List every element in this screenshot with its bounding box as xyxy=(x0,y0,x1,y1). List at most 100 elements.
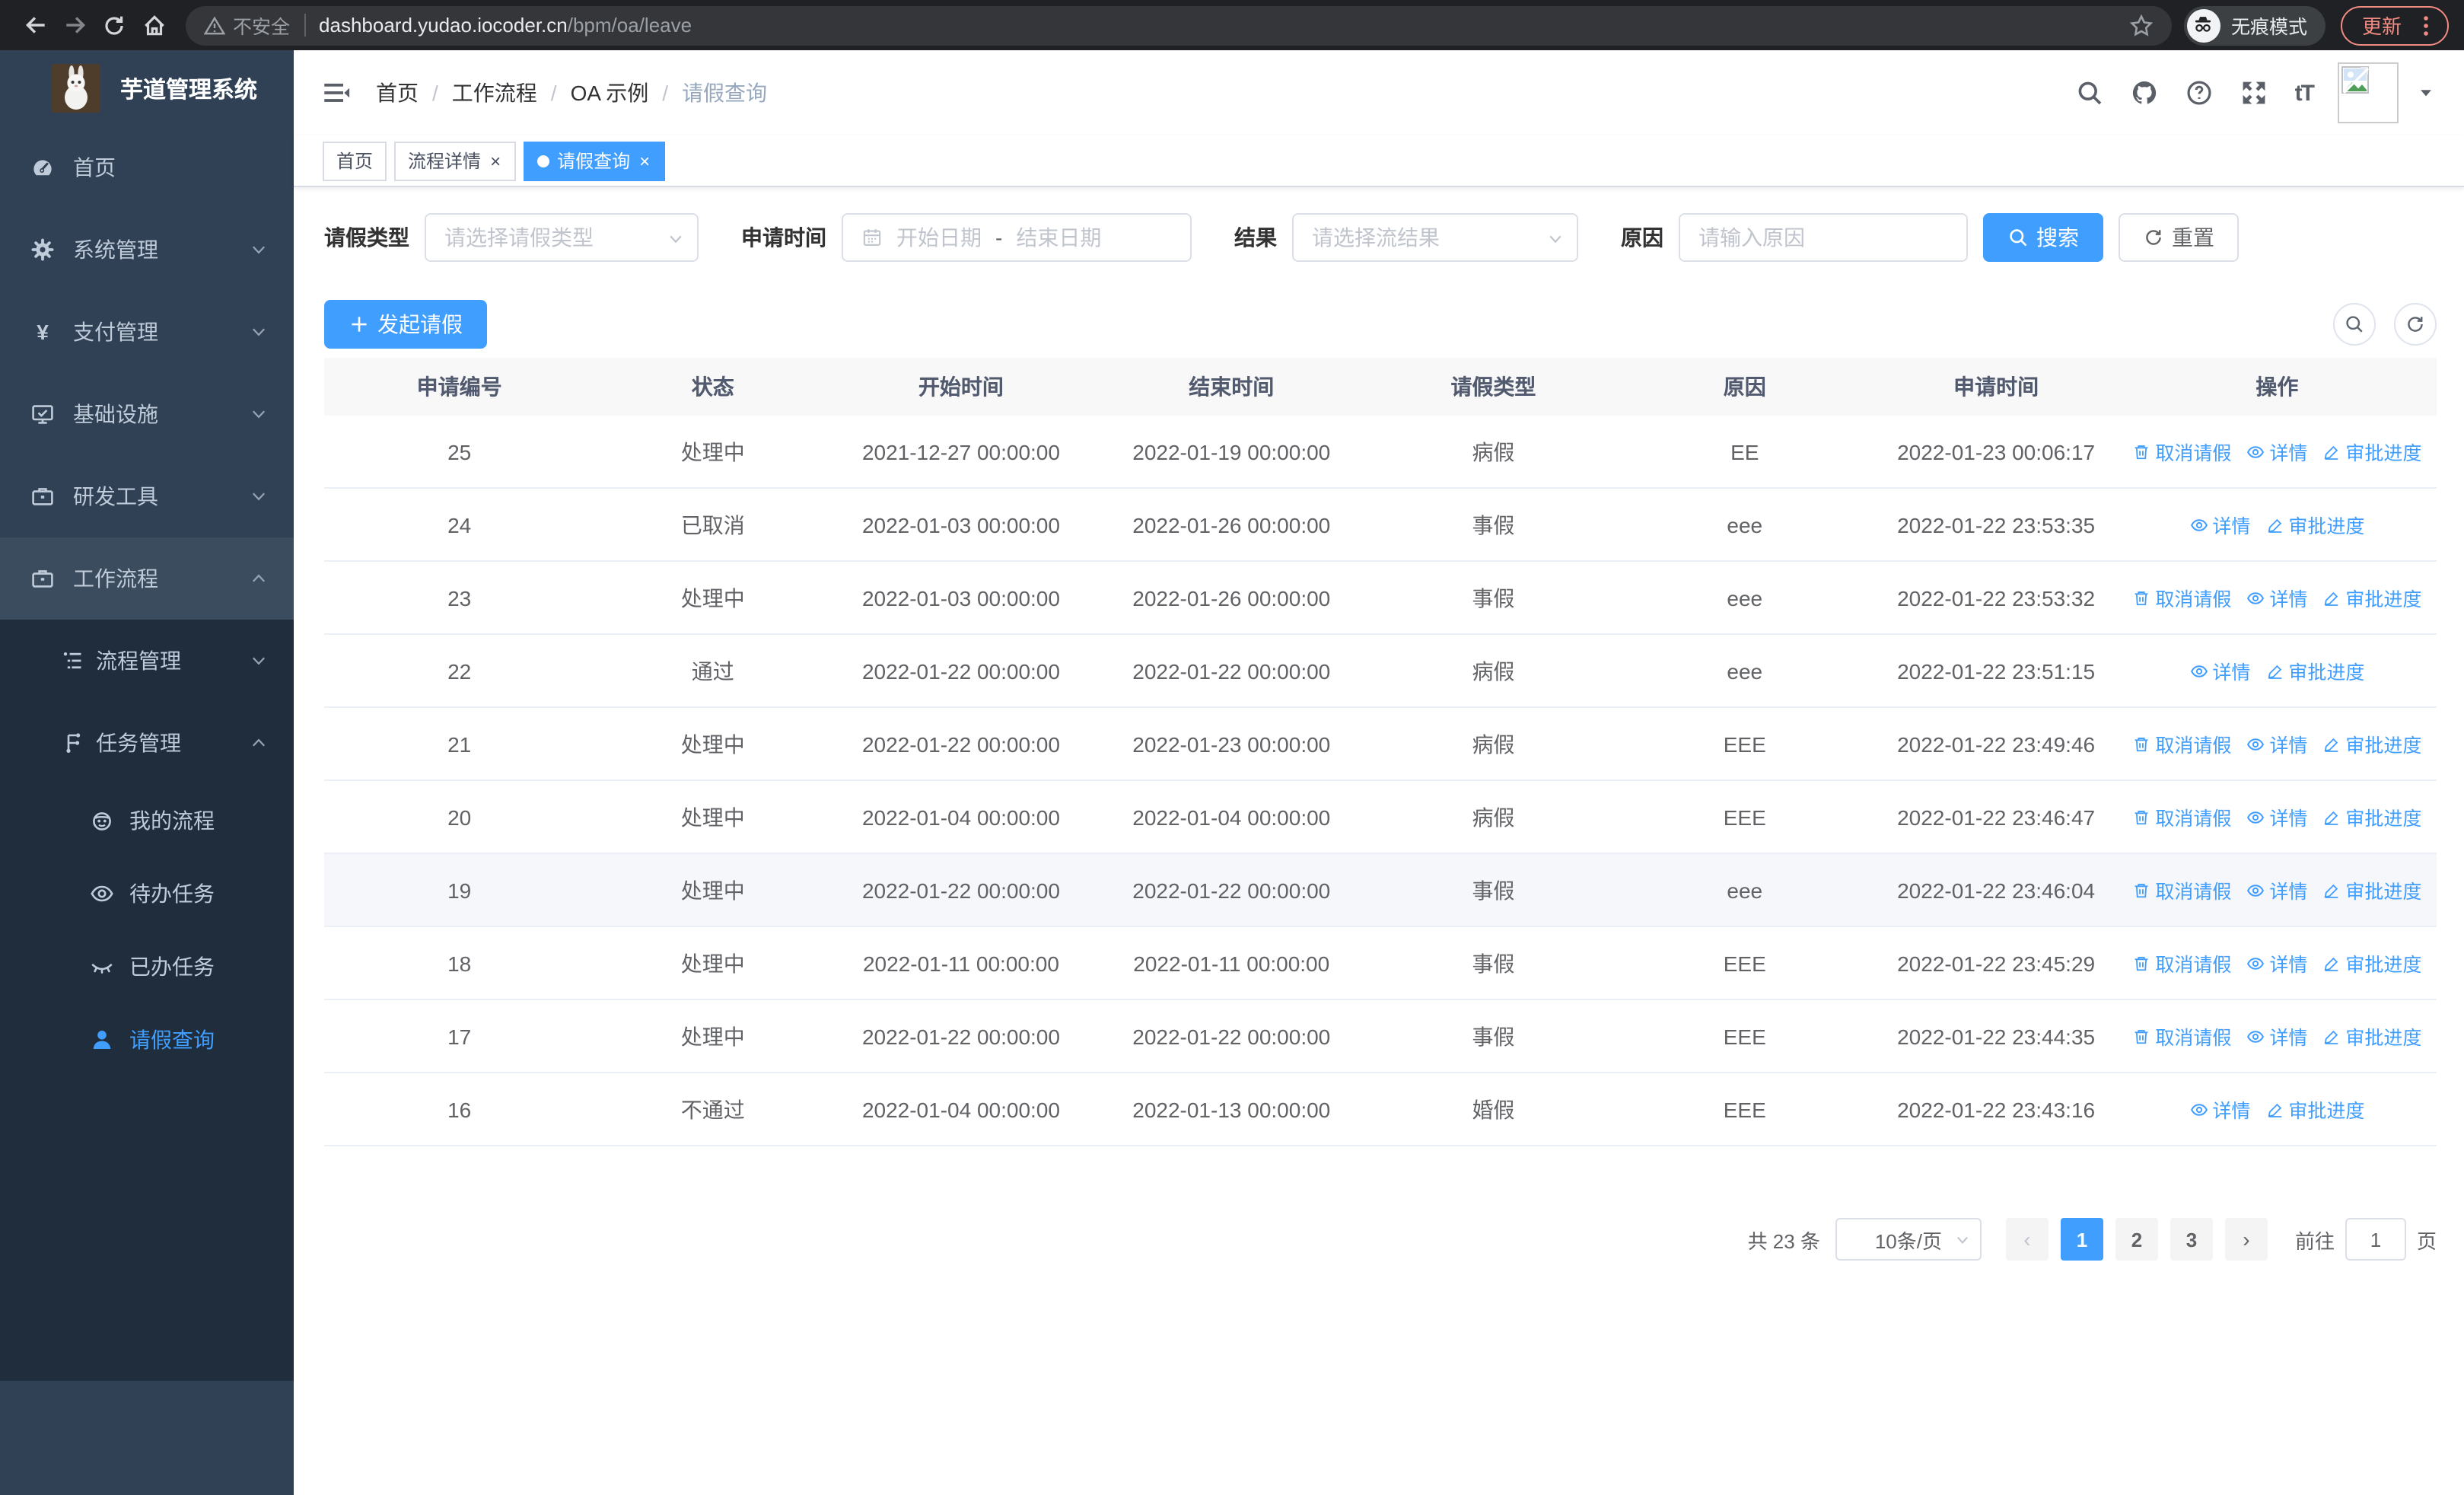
leave-type-select[interactable]: 请选择请假类型 xyxy=(425,213,699,262)
chevron-down-icon xyxy=(250,241,268,259)
cell-id: 21 xyxy=(324,707,595,781)
detail-link[interactable]: 详情 xyxy=(2246,802,2307,831)
sidebar-item-system-mgmt[interactable]: 系统管理 xyxy=(0,209,294,291)
sidebar-item-infrastructure[interactable]: 基础设施 xyxy=(0,373,294,455)
cell-applied: 2022-01-22 23:53:32 xyxy=(1874,561,2118,635)
breadcrumb-item[interactable]: 首页 xyxy=(376,78,419,108)
reset-button[interactable]: 重置 xyxy=(2119,213,2239,262)
detail-link[interactable]: 详情 xyxy=(2189,1095,2250,1124)
sidebar-item-label: 流程管理 xyxy=(96,649,181,673)
tab-close-icon[interactable]: × xyxy=(638,151,651,170)
sidebar-item-todo-tasks[interactable]: 待办任务 xyxy=(0,857,294,930)
page-size-select[interactable]: 10条/页 xyxy=(1835,1218,1982,1261)
sidebar-collapse-icon[interactable] xyxy=(323,79,350,107)
progress-link[interactable]: 审批进度 xyxy=(2265,510,2364,539)
browser-reload-icon[interactable] xyxy=(94,5,134,45)
detail-link-label: 详情 xyxy=(2269,1028,2308,1049)
cancel-link[interactable]: 取消请假 xyxy=(2132,583,2231,612)
prev-page-button[interactable]: ‹ xyxy=(2005,1218,2049,1261)
progress-link[interactable]: 审批进度 xyxy=(2322,583,2421,612)
progress-link-label: 审批进度 xyxy=(2345,735,2422,757)
sidebar-item-my-process[interactable]: 我的流程 xyxy=(0,784,294,857)
sidebar-item-task-mgmt[interactable]: 任务管理 xyxy=(0,702,294,784)
progress-link[interactable]: 审批进度 xyxy=(2322,802,2421,831)
font-size-icon[interactable]: tT xyxy=(2295,80,2315,106)
result-select[interactable]: 请选择流结果 xyxy=(1292,213,1578,262)
sidebar-item-process-mgmt[interactable]: 流程管理 xyxy=(0,620,294,702)
browser-home-icon[interactable] xyxy=(134,5,173,45)
table-refresh-icon[interactable] xyxy=(2394,303,2437,346)
navbar-actions: tT xyxy=(2049,62,2434,123)
breadcrumb-item[interactable]: 工作流程 xyxy=(452,78,537,108)
progress-link[interactable]: 审批进度 xyxy=(2322,948,2421,977)
github-icon[interactable] xyxy=(2131,79,2158,107)
browser-forward-icon[interactable] xyxy=(55,5,94,45)
update-button[interactable]: 更新 xyxy=(2340,5,2449,45)
page-button-3[interactable]: 3 xyxy=(2170,1218,2213,1261)
table-row: 21 处理中 2022-01-22 00:00:00 2022-01-23 00:00… xyxy=(324,707,2437,781)
tab-leave-query[interactable]: 请假查询 × xyxy=(524,141,666,180)
breadcrumb-separator: / xyxy=(432,81,438,105)
sidebar-item-dev-tools[interactable]: 研发工具 xyxy=(0,455,294,537)
search-icon[interactable] xyxy=(2076,79,2103,107)
progress-link[interactable]: 审批进度 xyxy=(2265,1095,2364,1124)
cancel-link[interactable]: 取消请假 xyxy=(2132,729,2231,758)
sidebar-item-payment-mgmt[interactable]: ¥ 支付管理 xyxy=(0,291,294,373)
security-warning-icon[interactable] xyxy=(204,14,225,36)
reason-input[interactable] xyxy=(1679,213,1968,262)
end-date-placeholder: 结束日期 xyxy=(1016,225,1102,250)
cancel-link[interactable]: 取消请假 xyxy=(2132,875,2231,904)
tab-close-icon[interactable]: × xyxy=(489,151,502,170)
cancel-link[interactable]: 取消请假 xyxy=(2132,948,2231,977)
pen-icon xyxy=(2265,661,2284,680)
cell-applied: 2022-01-22 23:46:47 xyxy=(1874,780,2118,854)
sidebar-logo-row[interactable]: 芋道管理系统 xyxy=(0,50,294,126)
cell-reason: EEE xyxy=(1615,999,1875,1073)
cell-actions: 取消请假 详情 审批进度 xyxy=(2117,926,2437,1000)
breadcrumb-separator: / xyxy=(662,81,669,105)
sidebar-item-label: 已办任务 xyxy=(129,955,215,979)
progress-link[interactable]: 审批进度 xyxy=(2265,656,2364,685)
sidebar-item-done-tasks[interactable]: 已办任务 xyxy=(0,930,294,1003)
detail-link[interactable]: 详情 xyxy=(2246,729,2307,758)
cancel-link-label: 取消请假 xyxy=(2155,589,2232,610)
help-icon[interactable] xyxy=(2185,79,2213,107)
detail-link[interactable]: 详情 xyxy=(2189,656,2250,685)
detail-link-label: 详情 xyxy=(2269,735,2308,757)
detail-link[interactable]: 详情 xyxy=(2246,1022,2307,1050)
page-button-2[interactable]: 2 xyxy=(2115,1218,2158,1261)
detail-link[interactable]: 详情 xyxy=(2246,875,2307,904)
detail-link[interactable]: 详情 xyxy=(2246,437,2307,466)
table-search-icon[interactable] xyxy=(2333,303,2376,346)
detail-link[interactable]: 详情 xyxy=(2246,948,2307,977)
date-range-picker[interactable]: 开始日期 - 结束日期 xyxy=(842,213,1192,262)
fullscreen-icon[interactable] xyxy=(2240,79,2268,107)
cancel-link[interactable]: 取消请假 xyxy=(2132,802,2231,831)
goto-page-input[interactable] xyxy=(2345,1218,2406,1261)
cell-reason: EEE xyxy=(1615,926,1875,1000)
progress-link[interactable]: 审批进度 xyxy=(2322,1022,2421,1050)
progress-link[interactable]: 审批进度 xyxy=(2322,729,2421,758)
breadcrumb-item[interactable]: OA 示例 xyxy=(571,78,649,108)
sidebar-item-home[interactable]: 首页 xyxy=(0,126,294,209)
bookmark-star-icon[interactable] xyxy=(2129,13,2154,37)
cancel-link[interactable]: 取消请假 xyxy=(2132,437,2231,466)
search-button[interactable]: 搜索 xyxy=(1983,213,2103,262)
browser-back-icon[interactable] xyxy=(15,5,55,45)
sidebar-item-leave-query[interactable]: 请假查询 xyxy=(0,1003,294,1076)
detail-link[interactable]: 详情 xyxy=(2189,510,2250,539)
create-leave-button[interactable]: 发起请假 xyxy=(324,300,487,349)
cancel-link[interactable]: 取消请假 xyxy=(2132,1022,2231,1050)
detail-link[interactable]: 详情 xyxy=(2246,583,2307,612)
sidebar-item-workflow[interactable]: 工作流程 xyxy=(0,537,294,620)
caret-down-icon[interactable] xyxy=(2418,85,2434,100)
address-bar[interactable]: 不安全 dashboard.yudao.iocoder.cn /bpm/oa/l… xyxy=(186,5,2172,45)
next-page-button[interactable]: › xyxy=(2224,1218,2268,1261)
avatar[interactable] xyxy=(2338,62,2399,123)
progress-link[interactable]: 审批进度 xyxy=(2322,437,2421,466)
tab-process-detail[interactable]: 流程详情 × xyxy=(394,141,517,180)
column-header: 状态 xyxy=(594,358,832,416)
tab-home[interactable]: 首页 xyxy=(323,141,387,180)
page-button-1[interactable]: 1 xyxy=(2060,1218,2103,1261)
progress-link[interactable]: 审批进度 xyxy=(2322,875,2421,904)
